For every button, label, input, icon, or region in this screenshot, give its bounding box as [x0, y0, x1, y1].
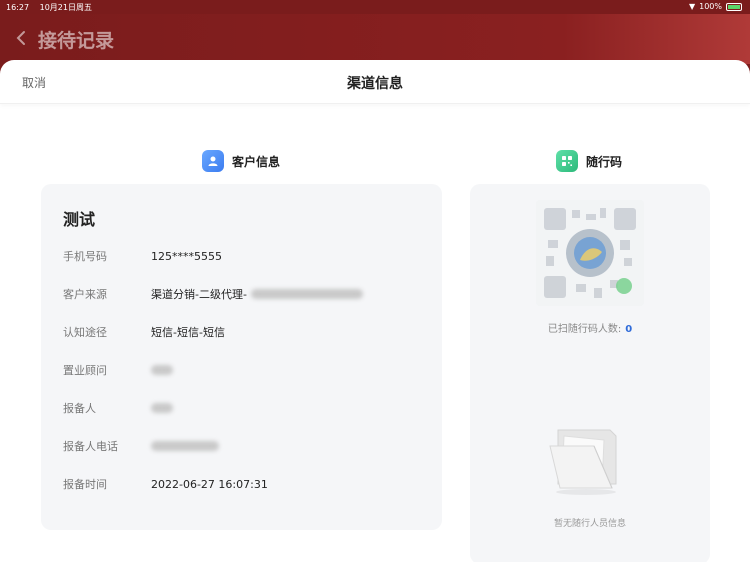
scan-count-line: 已扫随行码人数: 0 [470, 320, 710, 335]
scan-count-value: 0 [625, 324, 633, 335]
customer-section-title: 客户信息 [202, 150, 280, 172]
reporter-phone-label: 报备人电话 [63, 440, 118, 453]
consultant-redacted [151, 365, 173, 375]
info-row-source: 客户来源 渠道分销-二级代理- [63, 286, 363, 302]
customer-info-card: 测试 手机号码 125****5555 客户来源 渠道分销-二级代理- 认知途径… [41, 184, 442, 530]
report-time-label: 报备时间 [63, 478, 107, 491]
empty-companion-text: 暂无随行人员信息 [553, 519, 626, 529]
info-row-report-time: 报备时间 2022-06-27 16:07:31 [63, 476, 268, 492]
qr-section-label: 随行码 [586, 154, 623, 169]
person-icon [202, 150, 224, 172]
qr-grid-icon [556, 150, 578, 172]
sheet-title: 渠道信息 [347, 76, 403, 92]
info-row-phone: 手机号码 125****5555 [63, 248, 222, 264]
empty-folder-icon [549, 429, 617, 495]
sheet-header: 取消 渠道信息 [0, 60, 750, 104]
background-header: 接待记录 [0, 14, 750, 64]
info-row-consultant: 置业顾问 [63, 362, 173, 378]
customer-name: 测试 [63, 210, 96, 229]
qr-section-title: 随行码 [556, 150, 622, 172]
phone-value: 125****5555 [151, 249, 222, 263]
wifi-icon: ▼ [688, 2, 696, 11]
info-row-reporter-phone: 报备人电话 [63, 438, 219, 454]
reporter-label: 报备人 [63, 402, 96, 415]
back-chevron-icon[interactable] [14, 30, 28, 46]
info-row-channel: 认知途径 短信-短信-短信 [63, 324, 225, 340]
scan-count-label: 已扫随行码人数: [547, 324, 622, 335]
channel-label: 认知途径 [63, 326, 107, 339]
customer-section-label: 客户信息 [232, 154, 281, 169]
status-date: 10月21日周五 [39, 3, 92, 12]
reporter-redacted [151, 403, 173, 413]
qr-code-image [536, 200, 644, 306]
background-page-title: 接待记录 [38, 30, 115, 52]
channel-value: 短信-短信-短信 [151, 326, 225, 339]
channel-info-sheet: 取消 渠道信息 客户信息 随行码 测试 手机号码 125****5555 客户来… [0, 60, 750, 562]
info-row-reporter: 报备人 [63, 400, 173, 416]
consultant-label: 置业顾问 [63, 364, 107, 377]
reporter-phone-redacted [151, 441, 219, 451]
battery-percent: 100% [699, 2, 722, 11]
battery-icon [726, 2, 742, 11]
status-bar: 16:27 10月21日周五 ▼ 100% [0, 0, 750, 14]
source-value: 渠道分销-二级代理- [151, 288, 247, 301]
companion-code-card: 已扫随行码人数: 0 暂无随行人员信息 [470, 184, 710, 562]
source-redacted [250, 289, 363, 299]
report-time-value: 2022-06-27 16:07:31 [151, 477, 268, 491]
status-time: 16:27 [6, 3, 30, 12]
source-label: 客户来源 [63, 288, 107, 301]
phone-label: 手机号码 [63, 250, 107, 263]
status-right: ▼ 100% [689, 2, 742, 11]
status-left: 16:27 10月21日周五 [6, 2, 92, 13]
